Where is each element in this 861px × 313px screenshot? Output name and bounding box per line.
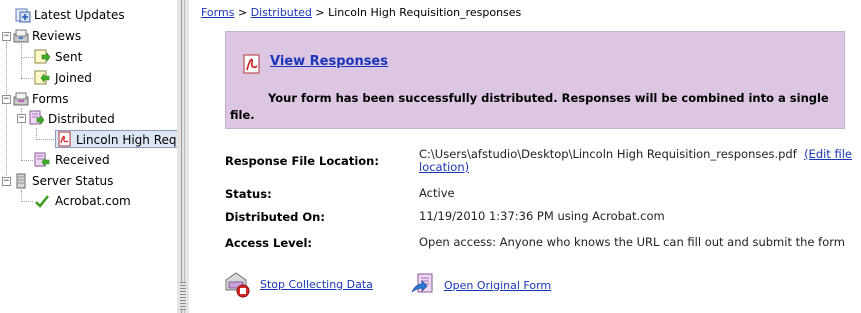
collapse-toggle[interactable]: − <box>2 32 11 41</box>
breadcrumb: Forms > Distributed > Lincoln High Requi… <box>201 6 521 19</box>
tree-item-reviews[interactable]: − Reviews <box>0 26 177 46</box>
collapse-toggle[interactable]: − <box>2 95 11 104</box>
breadcrumb-forms-link[interactable]: Forms <box>201 6 234 19</box>
tree-item-label: Acrobat.com <box>55 194 131 208</box>
status-label: Status: <box>225 187 272 201</box>
distribution-banner: View Responses Your form has been succes… <box>225 31 845 129</box>
pdf-icon <box>243 54 260 74</box>
breadcrumb-separator: > <box>311 6 329 19</box>
open-original-form-link[interactable]: Open Original Form <box>444 279 551 292</box>
stop-collecting-action[interactable]: Stop Collecting Data <box>222 270 373 298</box>
tree-item-label: Received <box>55 153 110 167</box>
received-icon <box>34 152 50 167</box>
tree-item-label: Lincoln High Requis <box>76 133 177 147</box>
tree-item-lincoln-high-requisition[interactable]: Lincoln High Requis <box>0 129 177 149</box>
distributed-on-value: 11/19/2010 1:37:36 PM using Acrobat.com <box>419 209 665 223</box>
access-level-value: Open access: Anyone who knows the URL ca… <box>419 235 845 249</box>
distributed-icon <box>29 110 45 125</box>
open-original-form-action[interactable]: Open Original Form <box>410 272 551 298</box>
response-file-location-value: C:\Users\afstudio\Desktop\Lincoln High R… <box>419 148 859 174</box>
tree-item-received[interactable]: Received <box>0 150 177 170</box>
pdf-icon <box>58 131 71 147</box>
tree-item-label: Distributed <box>48 112 115 126</box>
sent-icon <box>34 49 50 64</box>
checkmark-icon <box>35 195 49 208</box>
breadcrumb-distributed-link[interactable]: Distributed <box>251 6 312 19</box>
splitter-grip-icon[interactable] <box>180 282 186 310</box>
response-file-path: C:\Users\afstudio\Desktop\Lincoln High R… <box>419 147 797 161</box>
forms-folder-icon <box>13 92 29 106</box>
tree-item-label: Reviews <box>32 29 82 43</box>
splitter-line <box>181 0 182 313</box>
access-level-label: Access Level: <box>225 236 312 250</box>
navigation-tree: Latest Updates − Reviews Sent Joined − F… <box>0 0 177 313</box>
tree-item-forms[interactable]: − Forms <box>0 89 177 109</box>
response-file-location-label: Response File Location: <box>225 154 379 168</box>
tree-item-label: Sent <box>55 50 83 64</box>
tree-item-label: Forms <box>32 92 69 106</box>
breadcrumb-separator: > <box>234 6 251 19</box>
tree-item-label: Latest Updates <box>34 8 125 22</box>
collapse-toggle[interactable]: − <box>17 114 26 123</box>
tree-item-latest-updates[interactable]: Latest Updates <box>0 5 177 25</box>
tree-item-label: Joined <box>55 71 92 85</box>
tree-item-acrobat-com[interactable]: Acrobat.com <box>0 191 177 211</box>
server-icon <box>16 173 26 189</box>
collapse-toggle[interactable]: − <box>2 177 11 186</box>
joined-icon <box>34 70 50 85</box>
latest-updates-icon <box>15 8 31 23</box>
tree-item-label: Server Status <box>32 174 114 188</box>
splitter-line <box>184 0 185 313</box>
open-form-icon <box>411 273 433 293</box>
distributed-on-label: Distributed On: <box>225 210 325 224</box>
stop-collecting-icon <box>225 272 250 298</box>
tree-item-server-status[interactable]: − Server Status <box>0 171 177 191</box>
breadcrumb-current: Lincoln High Requisition_responses <box>328 6 522 19</box>
reviews-folder-icon <box>13 29 29 43</box>
stop-collecting-data-link[interactable]: Stop Collecting Data <box>260 278 373 291</box>
tree-item-distributed[interactable]: − Distributed <box>0 108 177 128</box>
view-responses-link[interactable]: View Responses <box>270 54 388 69</box>
distribution-message: Your form has been successfully distribu… <box>230 91 829 122</box>
details-pane: Forms > Distributed > Lincoln High Requi… <box>189 0 861 313</box>
tree-item-sent[interactable]: Sent <box>0 47 177 67</box>
tree-item-joined[interactable]: Joined <box>0 68 177 88</box>
pane-splitter[interactable] <box>177 0 189 313</box>
status-value: Active <box>419 186 455 200</box>
